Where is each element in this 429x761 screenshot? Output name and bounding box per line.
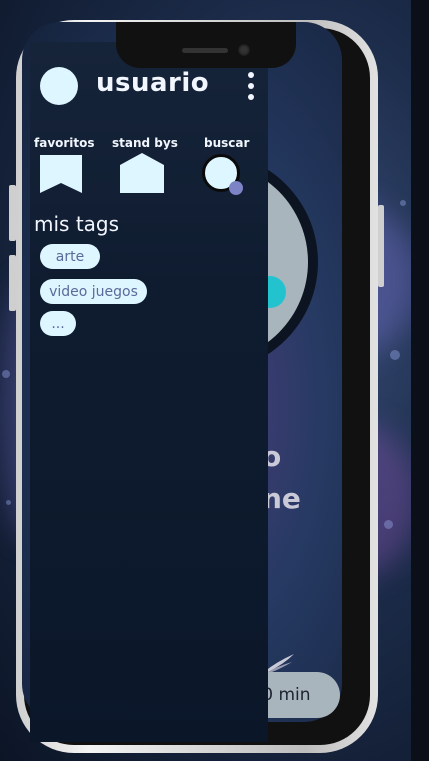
tag-chip[interactable]: ... — [40, 311, 76, 336]
speaker — [182, 48, 228, 53]
favorites-label: favoritos — [34, 136, 95, 150]
search-label: buscar — [204, 136, 250, 150]
standby-house-icon[interactable] — [120, 153, 164, 193]
username: usuario — [96, 68, 210, 98]
bookmark-icon[interactable] — [40, 155, 82, 193]
camera-icon — [238, 44, 250, 56]
more-options-icon[interactable] — [246, 72, 256, 100]
phone-notch — [116, 22, 296, 68]
tag-chip[interactable]: arte — [40, 244, 100, 269]
standbys-label: stand bys — [112, 136, 178, 150]
user-avatar[interactable] — [40, 67, 78, 105]
search-icon — [229, 181, 243, 195]
tag-chip[interactable]: video juegos — [40, 279, 147, 304]
tags-title: mis tags — [34, 212, 120, 236]
